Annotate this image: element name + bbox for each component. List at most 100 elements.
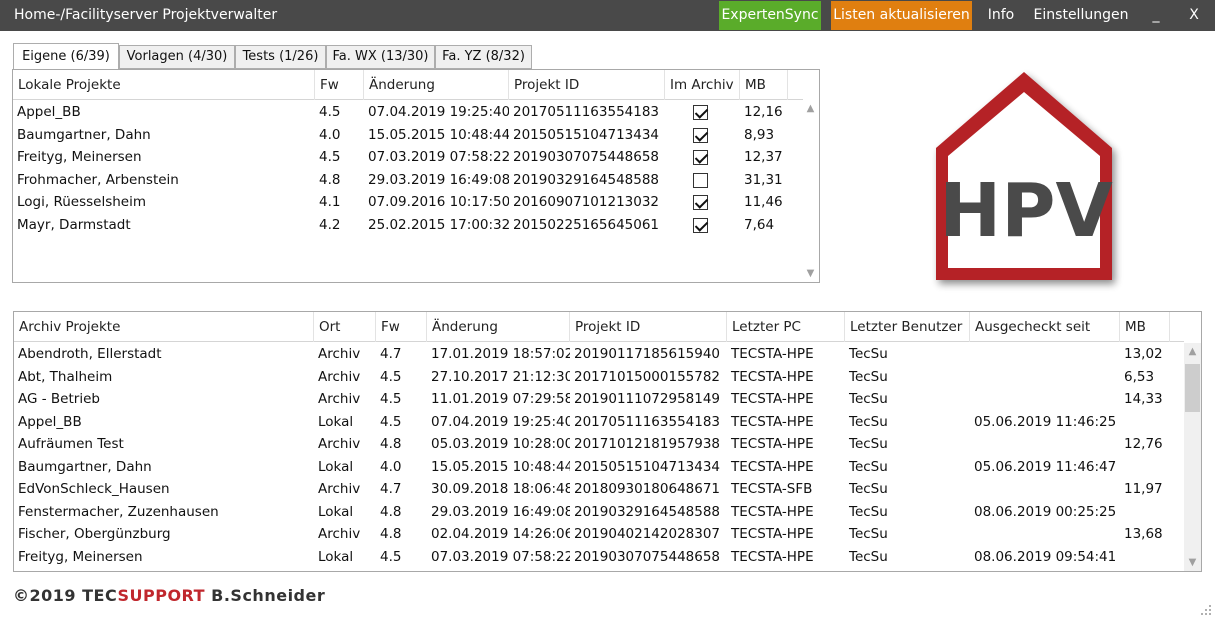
col-header-fw[interactable]: Fw [315, 70, 364, 100]
local-scrollbar[interactable]: ▲ ▼ [802, 100, 819, 282]
cell-fw: 4.5 [319, 149, 341, 165]
cell-project-id: 20190402142028307 [574, 526, 721, 542]
refresh-lists-button[interactable]: Listen aktualisieren [831, 1, 972, 30]
table-row[interactable]: Aufräumen Test Archiv 4.8 05.03.2019 10:28:… [14, 433, 1184, 456]
scroll-up-arrow-icon[interactable]: ▲ [1184, 343, 1201, 360]
cell-mb: 12,76 [1124, 436, 1163, 452]
col-header-change[interactable]: Änderung [427, 312, 570, 342]
cell-change: 27.10.2017 21:12:30 [431, 368, 570, 385]
settings-button[interactable]: Einstellungen [1030, 1, 1132, 30]
cell-change: 17.01.2019 18:57:02 [431, 346, 570, 362]
table-row[interactable]: Freityg, Meinersen Lokal 4.5 07.03.2019 07:… [14, 546, 1184, 569]
cell-mb: 7,64 [744, 216, 775, 233]
archived-checkbox[interactable] [693, 217, 708, 233]
cell-project-id: 20190307075448658 [513, 149, 660, 165]
cell-last-user: TecSu [849, 413, 888, 430]
scroll-down-arrow-icon[interactable]: ▼ [802, 265, 819, 282]
col-header-change[interactable]: Änderung [364, 70, 509, 100]
close-button[interactable]: X [1182, 1, 1206, 30]
cell-project-id: 20171012181957938 [574, 436, 721, 452]
cell-fw: 4.0 [380, 458, 402, 475]
cell-project-name: Fenstermacher, Zuzenhausen [18, 503, 219, 520]
cell-mb [1120, 411, 1170, 434]
table-row[interactable]: Freityg, Meinersen 4.5 07.03.2019 07:58:22… [13, 146, 803, 169]
col-header-project-id[interactable]: Projekt ID [570, 312, 727, 342]
table-row[interactable]: AG - Betrieb Archiv 4.5 11.01.2019 07:29:58… [14, 388, 1184, 411]
cell-fw: 4.8 [319, 171, 341, 188]
col-header-archived[interactable]: Im Archiv [665, 70, 740, 100]
expertensync-button[interactable]: ExpertenSync [719, 1, 821, 30]
scroll-up-arrow-icon[interactable]: ▲ [802, 100, 819, 117]
cell-change: 25.02.2015 17:00:32 [368, 216, 509, 233]
table-row[interactable]: Frohmacher, Arbenstein 4.8 29.03.2019 16:4… [13, 169, 803, 192]
cell-checked-out-since [970, 433, 1120, 456]
cell-project-id: 20190111072958149 [574, 391, 721, 407]
table-row[interactable]: Abendroth, Ellerstadt Archiv 4.7 17.01.2019… [14, 343, 1184, 366]
cell-fw: 4.8 [380, 436, 402, 452]
cell-fw: 4.8 [380, 526, 402, 542]
cell-last-pc: TECSTA-HPE [731, 526, 814, 542]
cell-checked-out-since [970, 478, 1120, 501]
cell-project-id: 20160907101213032 [513, 194, 660, 210]
table-row[interactable]: Appel_BB Lokal 4.5 07.04.2019 19:25:40 20170… [14, 411, 1184, 434]
table-row[interactable]: Fenstermacher, Zuzenhausen Lokal 4.8 29.03.… [14, 501, 1184, 524]
cell-fw: 4.1 [319, 194, 341, 210]
table-row[interactable]: Fischer, Obergünzburg Archiv 4.8 02.04.2019… [14, 523, 1184, 546]
hpv-logo: HPV [924, 66, 1132, 298]
cell-archived [665, 191, 740, 214]
footer-suffix: B.Schneider [205, 586, 326, 605]
cell-last-user: TecSu [849, 458, 888, 475]
cell-project-name: Frohmacher, Arbenstein [17, 171, 179, 188]
table-row[interactable]: Baumgartner, Dahn 4.0 15.05.2015 10:48:44 2… [13, 124, 803, 147]
col-header-checked-out-since[interactable]: Ausgecheckt seit [970, 312, 1120, 342]
cell-last-user: TecSu [849, 548, 888, 565]
tab-fa-yz[interactable]: Fa. YZ (8/32) [435, 45, 532, 69]
minimize-button[interactable]: _ [1145, 1, 1167, 30]
cell-last-pc: TECSTA-HPE [731, 391, 814, 407]
footer-highlight: SUPPORT [117, 586, 206, 605]
resize-grip-icon[interactable] [1200, 604, 1212, 616]
col-header-fw[interactable]: Fw [376, 312, 427, 342]
cell-mb [1120, 546, 1170, 569]
tab-tests[interactable]: Tests (1/26) [235, 45, 326, 69]
table-row[interactable]: Mayr, Darmstadt 4.2 25.02.2015 17:00:32 201… [13, 214, 803, 237]
cell-project-id: 20150225165645061 [513, 216, 660, 233]
cell-last-pc: TECSTA-HPE [731, 458, 814, 475]
cell-location: Lokal [318, 458, 354, 475]
archived-checkbox[interactable] [693, 195, 708, 210]
tab-fa-wx[interactable]: Fa. WX (13/30) [326, 45, 435, 69]
table-row[interactable]: Abt, Thalheim Archiv 4.5 27.10.2017 21:12:3… [14, 366, 1184, 389]
cell-project-name: EdVonSchleck_Hausen [18, 481, 170, 497]
scroll-down-arrow-icon[interactable]: ▼ [1184, 554, 1201, 571]
cell-last-pc: TECSTA-HPE [731, 503, 814, 520]
col-header-project-id[interactable]: Projekt ID [509, 70, 665, 100]
col-header-mb[interactable]: MB [1120, 312, 1170, 342]
cell-project-name: Abendroth, Ellerstadt [18, 346, 162, 362]
table-row[interactable]: Baumgartner, Dahn Lokal 4.0 15.05.2015 10:4… [14, 456, 1184, 479]
tab-vorlagen[interactable]: Vorlagen (4/30) [119, 45, 235, 69]
table-row[interactable]: Appel_BB 4.5 07.04.2019 19:25:40 2017051116… [13, 101, 803, 124]
table-row[interactable]: EdVonSchleck_Hausen Archiv 4.7 30.09.2018 1… [14, 478, 1184, 501]
cell-change: 29.03.2019 16:49:08 [368, 171, 509, 188]
info-button[interactable]: Info [980, 1, 1022, 30]
tab-eigene[interactable]: Eigene (6/39) [13, 43, 119, 70]
cell-last-pc: TECSTA-SFB [731, 481, 813, 497]
archived-checkbox[interactable] [693, 150, 708, 165]
cell-project-name: Fischer, Obergünzburg [18, 526, 171, 542]
col-header-location[interactable]: Ort [314, 312, 376, 342]
cell-project-name: Appel_BB [17, 104, 81, 120]
table-row[interactable]: Logi, Rüesselsheim 4.1 07.09.2016 10:17:50… [13, 191, 803, 214]
col-header-local-projects[interactable]: Lokale Projekte [13, 70, 315, 100]
scroll-thumb[interactable] [1185, 364, 1200, 412]
archive-scrollbar[interactable]: ▲ ▼ [1184, 343, 1201, 571]
cell-checked-out-since [970, 523, 1120, 546]
cell-project-id: 20150515104713434 [574, 458, 721, 475]
col-header-mb[interactable]: MB [740, 70, 788, 100]
col-header-last-pc[interactable]: Letzter PC [727, 312, 845, 342]
cell-location: Archiv [318, 481, 361, 497]
col-header-archive-projects[interactable]: Archiv Projekte [14, 312, 314, 342]
archived-checkbox[interactable] [693, 172, 708, 188]
archived-checkbox[interactable] [693, 127, 708, 143]
archived-checkbox[interactable] [693, 105, 708, 120]
col-header-last-user[interactable]: Letzter Benutzer [845, 312, 970, 342]
